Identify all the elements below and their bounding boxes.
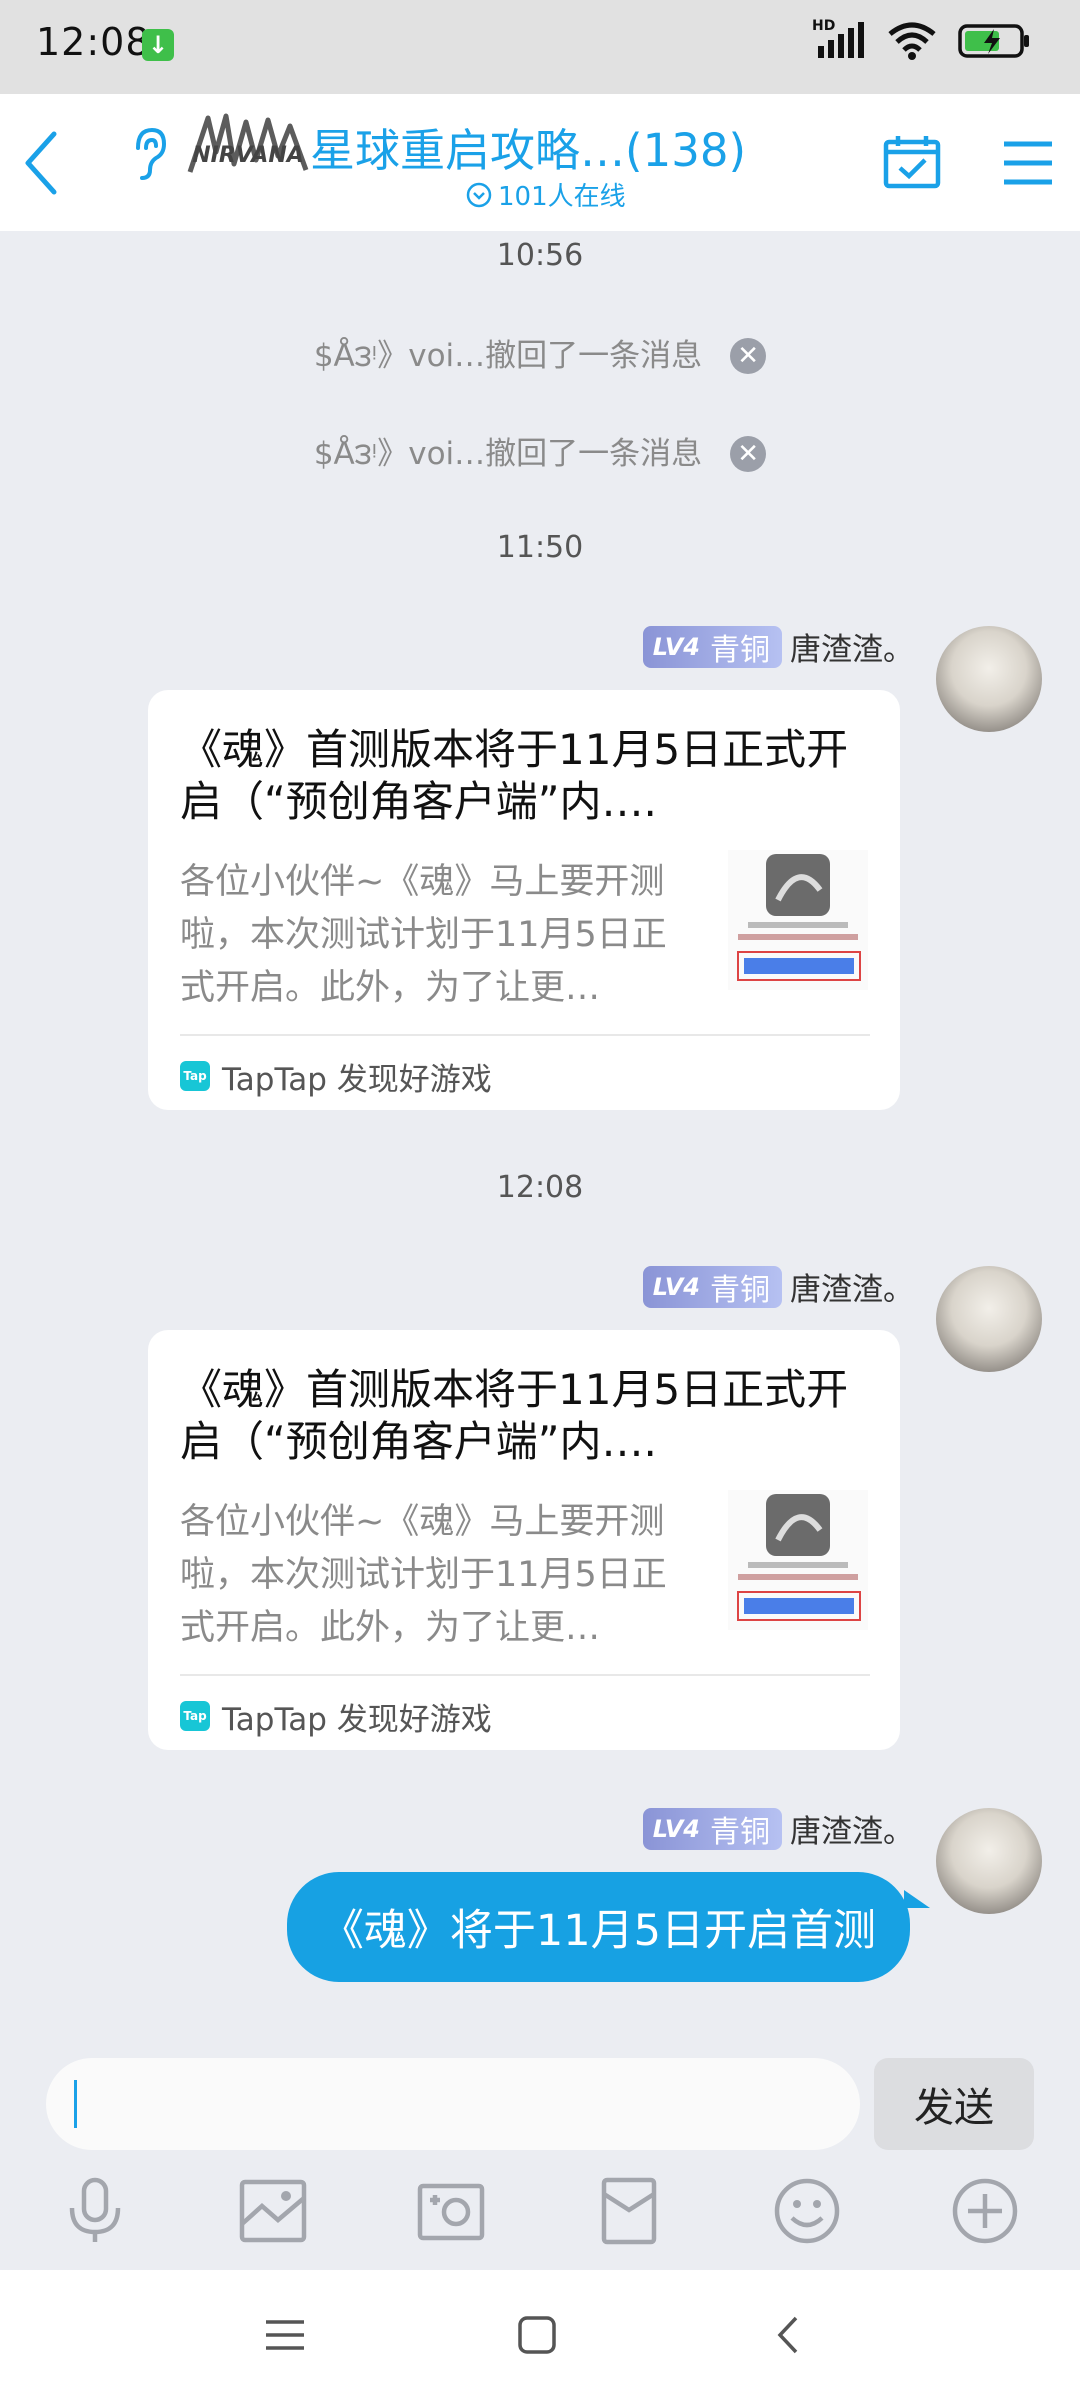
member-count: (138) (625, 124, 747, 177)
red-packet-icon[interactable] (594, 2176, 664, 2246)
back-icon[interactable] (764, 2310, 814, 2360)
level-badge: LV4 青铜 (642, 1265, 782, 1308)
timestamp: 11:50 (496, 530, 584, 565)
ear-icon[interactable] (128, 124, 168, 184)
logo-text: NIRVANA (192, 143, 304, 168)
group-name: 星球重启攻略… (310, 124, 626, 177)
card-description: 各位小伙伴~《魂》马上要开测啦，本次测试计划于11月5日正式开启。此外，为了让更… (180, 1502, 667, 1648)
bubble-tail (904, 1890, 930, 1908)
card-divider (180, 1034, 870, 1036)
taptap-logo-icon: Tap (180, 1701, 210, 1731)
card-source: Tap TapTap 发现好游戏 (180, 1046, 492, 1106)
microphone-icon[interactable] (60, 2176, 130, 2246)
message-input[interactable] (46, 2058, 860, 2150)
card-source: Tap TapTap 发现好游戏 (180, 1686, 492, 1746)
camera-icon[interactable] (416, 2176, 486, 2246)
level-tag: LV4 (652, 1814, 700, 1843)
back-arrow-icon[interactable] (14, 128, 74, 198)
close-icon[interactable]: ✕ (730, 435, 767, 472)
card-source-label: TapTap 发现好游戏 (222, 1061, 492, 1098)
text-cursor (74, 2080, 77, 2128)
online-count: 101人在线 (498, 182, 626, 212)
recall-text: $Å౩ᵎ》voi…撤回了一条消息 (313, 338, 703, 374)
menu-icon[interactable] (1000, 138, 1056, 188)
home-icon[interactable] (512, 2310, 562, 2360)
avatar[interactable] (936, 1266, 1042, 1372)
avatar[interactable] (936, 1808, 1042, 1914)
plus-icon[interactable] (950, 2176, 1020, 2246)
emoji-icon[interactable] (772, 2176, 842, 2246)
card-description: 各位小伙伴~《魂》马上要开测啦，本次测试计划于11月5日正式开启。此外，为了让更… (180, 862, 667, 1008)
level-name: 青铜 (710, 1272, 770, 1308)
recall-notice: $Å౩ᵎ》voi…撤回了一条消息 ✕ (0, 330, 1080, 381)
level-tag: LV4 (652, 1272, 700, 1301)
recall-text: $Å౩ᵎ》voi…撤回了一条消息 (313, 436, 703, 472)
sender-name[interactable]: 唐渣渣。 (790, 1264, 914, 1309)
download-icon: ↓ (142, 29, 174, 61)
timestamp: 10:56 (496, 238, 584, 273)
system-nav-bar (0, 2270, 1080, 2400)
signal-icon: HD (812, 18, 866, 60)
recall-notice: $Å౩ᵎ》voi…撤回了一条消息 ✕ (0, 428, 1080, 479)
card-source-label: TapTap 发现好游戏 (222, 1701, 492, 1738)
calendar-check-icon[interactable] (882, 134, 942, 190)
sender-name[interactable]: 唐渣渣。 (790, 1806, 914, 1851)
taptap-logo-icon: Tap (180, 1061, 210, 1091)
level-name: 青铜 (710, 632, 770, 668)
level-badge: LV4 青铜 (642, 1807, 782, 1850)
group-logo[interactable]: NIRVANA (186, 112, 310, 182)
sender-name[interactable]: 唐渣渣。 (790, 624, 914, 669)
card-thumbnail (728, 1490, 868, 1630)
status-bar: 12:08 ↓ HD (0, 0, 1080, 94)
level-name: 青铜 (710, 1814, 770, 1850)
card-title: 《魂》首测版本将于11月5日正式开启（“预创角客户端”内…. (180, 725, 849, 826)
card-divider (180, 1674, 870, 1676)
message-bubble[interactable]: 《魂》将于11月5日开启首测 (286, 1872, 910, 1982)
avatar[interactable] (936, 626, 1042, 732)
menu-icon[interactable] (260, 2310, 310, 2360)
card-title: 《魂》首测版本将于11月5日正式开启（“预创角客户端”内…. (180, 1365, 849, 1466)
level-tag: LV4 (652, 632, 700, 661)
status-time: 12:08 (36, 20, 151, 64)
sender-row: LV4 青铜 唐渣渣。 (642, 1264, 914, 1309)
battery-icon (958, 24, 1029, 58)
level-badge: LV4 青铜 (642, 625, 782, 668)
sender-row: LV4 青铜 唐渣渣。 (642, 624, 914, 669)
group-title[interactable]: 星球重启攻略…(138) (310, 114, 746, 179)
wifi-icon (888, 22, 936, 60)
link-card[interactable]: 《魂》首测版本将于11月5日正式开启（“预创角客户端”内…. 各位小伙伴~《魂》… (148, 1330, 900, 1750)
online-status[interactable]: 101人在线 (466, 176, 626, 213)
sender-row: LV4 青铜 唐渣渣。 (642, 1806, 914, 1851)
image-icon[interactable] (238, 2176, 308, 2246)
send-button[interactable]: 发送 (874, 2058, 1034, 2150)
timestamp: 12:08 (496, 1170, 584, 1205)
chevron-down-circle-icon (466, 182, 492, 207)
input-toolbar (0, 2176, 1080, 2268)
message-text: 《魂》将于11月5日开启首测 (320, 1906, 876, 1956)
status-icons: HD (812, 18, 1030, 60)
link-card[interactable]: 《魂》首测版本将于11月5日正式开启（“预创角客户端”内…. 各位小伙伴~《魂》… (148, 690, 900, 1110)
close-icon[interactable]: ✕ (730, 337, 767, 374)
card-thumbnail (728, 850, 868, 990)
chat-header: NIRVANA 星球重启攻略…(138) 101人在线 (0, 94, 1080, 231)
